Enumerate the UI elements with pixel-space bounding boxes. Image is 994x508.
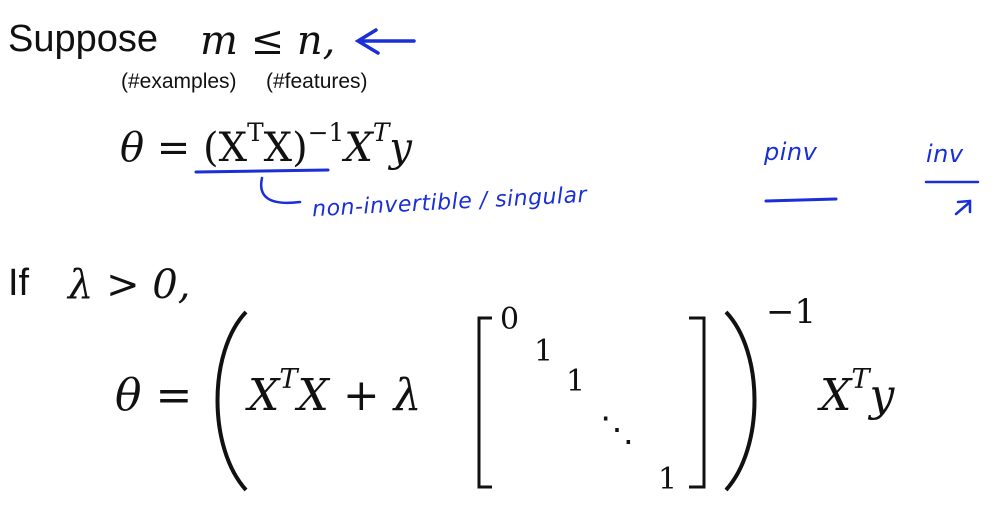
ink-hook	[259, 176, 302, 205]
left-arrow-icon	[354, 28, 416, 55]
big-left-paren	[215, 310, 248, 492]
matrix-left-bracket	[477, 316, 492, 489]
big-right-paren	[724, 310, 757, 492]
ink-underline	[194, 168, 330, 174]
math-and-ink-drawing	[194, 28, 980, 492]
pinv-underline	[764, 197, 838, 203]
up-arrow-icon	[954, 199, 972, 216]
matrix-right-bracket	[689, 316, 706, 489]
